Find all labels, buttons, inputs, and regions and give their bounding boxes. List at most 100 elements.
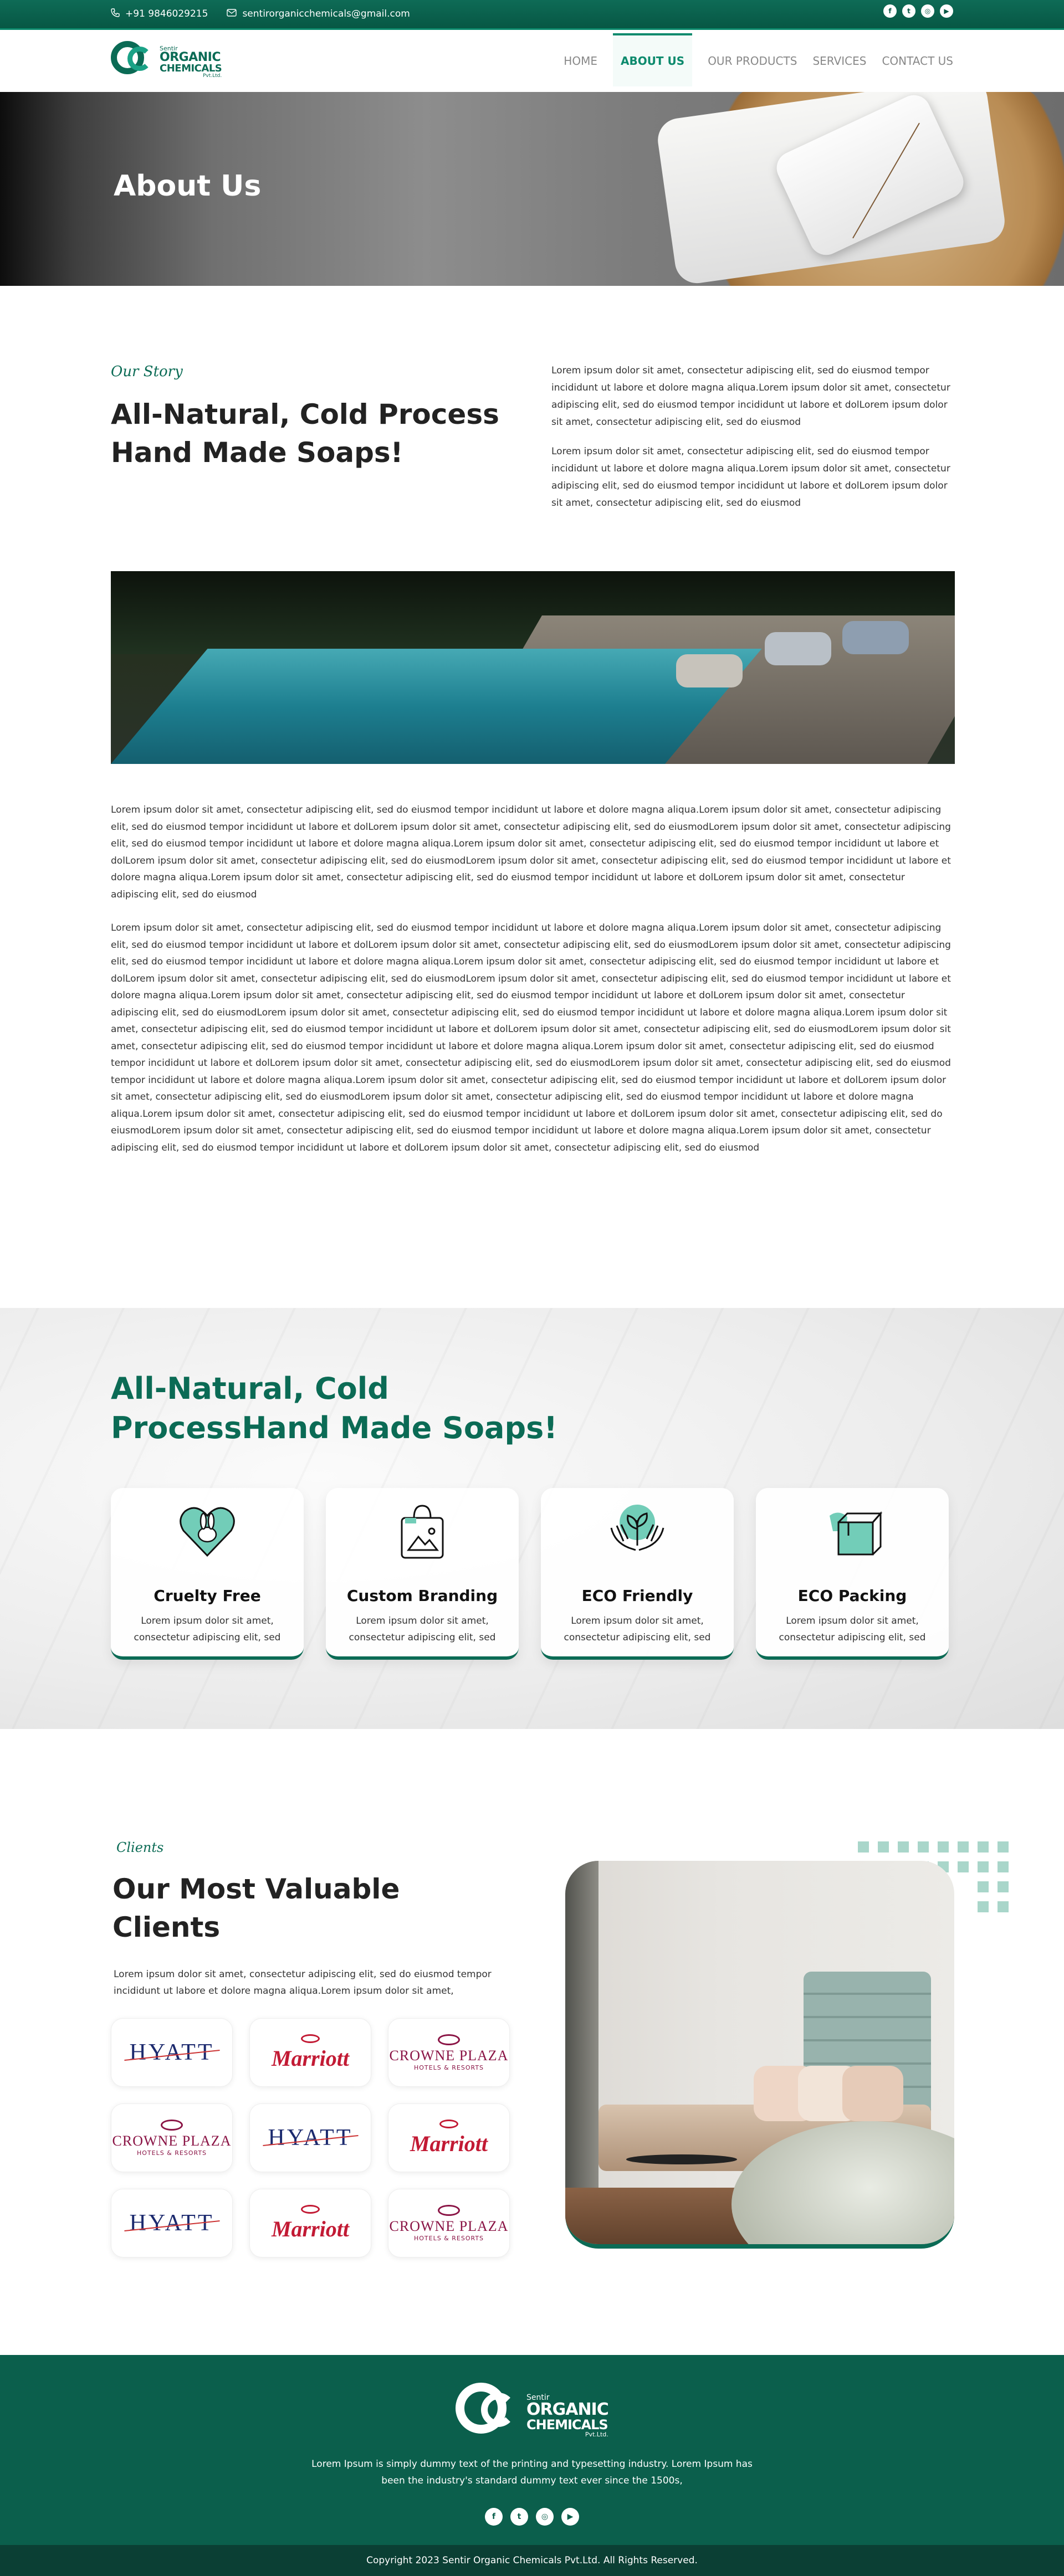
copyright-bar: Copyright 2023 Sentir Organic Chemicals … <box>0 2545 1064 2576</box>
crowne-plaza-wordmark: CROWNE PLAZA <box>389 2047 509 2064</box>
clients-description: Lorem ipsum dolor sit amet, consectetur … <box>114 1969 492 1997</box>
clients-section: Clients Our Most Valuable Clients Lorem … <box>0 1729 1064 2355</box>
youtube-icon[interactable]: ▶ <box>561 2508 579 2526</box>
features-section: All-Natural, Cold ProcessHand Made Soaps… <box>0 1308 1064 1729</box>
crowne-plaza-subtitle: HOTELS & RESORTS <box>413 2234 484 2242</box>
logo-text: Sentir ORGANIC CHEMICALS Pvt.Ltd. <box>160 45 222 79</box>
marriott-emblem-icon <box>301 2204 320 2214</box>
our-story-section: Our Story All-Natural, Cold Process Hand… <box>0 286 1064 571</box>
lounge-cushion <box>765 632 831 665</box>
feature-title: ECO Friendly <box>581 1587 693 1605</box>
twitter-icon[interactable]: t <box>510 2508 528 2526</box>
company-logo[interactable]: Sentir ORGANIC CHEMICALS Pvt.Ltd. <box>111 38 222 82</box>
pool-water <box>111 649 762 764</box>
room-pillow <box>842 2066 903 2121</box>
crowne-plaza-crown-icon <box>438 2204 460 2216</box>
nav-contact-us[interactable]: CONTACT US <box>882 33 953 89</box>
footer-logo-text: Sentir ORGANIC CHEMICALS Pvt.Ltd. <box>526 2394 609 2438</box>
instagram-icon[interactable]: ◎ <box>536 2508 554 2526</box>
facebook-icon[interactable]: f <box>883 4 897 18</box>
hyatt-wordmark: HYATT <box>129 2040 214 2065</box>
nav-home[interactable]: HOME <box>564 33 597 89</box>
logo-line-4: Pvt.Ltd. <box>203 73 222 79</box>
cruelty-free-rabbit-icon <box>177 1500 238 1561</box>
instagram-icon[interactable]: ◎ <box>921 4 934 18</box>
room-side-table <box>626 2154 737 2164</box>
body-paragraph: Lorem ipsum dolor sit amet, consectetur … <box>111 804 951 900</box>
email-contact[interactable]: sentirorganicchemicals@gmail.com <box>227 8 410 19</box>
footer-logo-ring-inner <box>481 2393 515 2427</box>
feature-card-eco-packing: ECO Packing Lorem ipsum dolor sit amet, … <box>756 1488 949 1660</box>
top-social-links: f t ◎ ▶ <box>883 4 953 18</box>
lounge-cushion <box>676 654 743 687</box>
facebook-icon[interactable]: f <box>485 2508 503 2526</box>
copyright-text: Copyright 2023 Sentir Organic Chemicals … <box>366 2555 698 2566</box>
twitter-icon[interactable]: t <box>902 4 915 18</box>
feature-cards: Cruelty Free Lorem ipsum dolor sit amet,… <box>111 1488 949 1660</box>
client-logo-marriott[interactable]: Marriott <box>249 2189 371 2257</box>
client-logo-grid: HYATT Marriott CROWNE PLAZA HOTELS & RESO… <box>111 2018 510 2257</box>
story-heading: All-Natural, Cold Process Hand Made Soap… <box>111 398 499 469</box>
site-footer: Sentir ORGANIC CHEMICALS Pvt.Ltd. Lorem … <box>0 2355 1064 2545</box>
feature-title: Cruelty Free <box>154 1587 261 1605</box>
bedroom-interior-image <box>565 1861 954 2249</box>
crowne-plaza-subtitle: HOTELS & RESORTS <box>136 2149 207 2157</box>
resort-pool-image <box>111 571 955 764</box>
top-contact-bar: +91 9846029215 sentirorganicchemicals@gm… <box>0 0 1064 30</box>
room-wall-panel <box>565 1861 598 2244</box>
phone-number: +91 9846029215 <box>125 8 208 19</box>
phone-contact[interactable]: +91 9846029215 <box>111 8 208 20</box>
clients-label: Clients <box>116 1840 164 1855</box>
nav-about-us[interactable]: ABOUT US <box>612 33 693 86</box>
nav-our-products[interactable]: OUR PRODUCTS <box>708 33 797 89</box>
client-logo-hyatt[interactable]: HYATT <box>111 2189 233 2257</box>
marriott-emblem-icon <box>301 2034 320 2043</box>
story-paragraph: Lorem ipsum dolor sit amet, consectetur … <box>551 365 950 428</box>
feature-title: Custom Branding <box>346 1587 498 1605</box>
site-header: Sentir ORGANIC CHEMICALS Pvt.Ltd. HOME A… <box>0 30 1064 92</box>
marriott-emblem-icon <box>439 2119 458 2128</box>
body-paragraph: Lorem ipsum dolor sit amet, consectetur … <box>111 922 951 1153</box>
client-logo-crowne-plaza[interactable]: CROWNE PLAZA HOTELS & RESORTS <box>388 2189 510 2257</box>
crowne-plaza-crown-icon <box>161 2119 183 2131</box>
logo-ring-inner <box>127 47 152 71</box>
footer-logo[interactable]: Sentir ORGANIC CHEMICALS Pvt.Ltd. <box>456 2383 611 2444</box>
page-hero-banner: About Us <box>0 92 1064 286</box>
footer-social-links: f t ◎ ▶ <box>0 2508 1064 2526</box>
feature-card-eco-friendly: ECO Friendly Lorem ipsum dolor sit amet,… <box>541 1488 734 1660</box>
eco-friendly-hands-plant-icon <box>607 1500 668 1561</box>
lounge-cushion <box>842 621 909 654</box>
client-logo-marriott[interactable]: Marriott <box>388 2103 510 2172</box>
custom-branding-bag-icon <box>392 1500 453 1561</box>
marriott-wordmark: Marriott <box>410 2131 488 2156</box>
features-heading: All-Natural, Cold ProcessHand Made Soaps… <box>111 1371 557 1446</box>
marriott-wordmark: Marriott <box>271 2045 350 2071</box>
main-nav: HOME ABOUT US OUR PRODUCTS SERVICES CONT… <box>564 30 953 92</box>
footer-logo-line-3: CHEMICALS <box>526 2417 608 2433</box>
feature-card-cruelty-free: Cruelty Free Lorem ipsum dolor sit amet,… <box>111 1488 304 1660</box>
crowne-plaza-crown-icon <box>438 2034 460 2045</box>
crowne-plaza-wordmark: CROWNE PLAZA <box>112 2132 232 2149</box>
story-paragraph: Lorem ipsum dolor sit amet, consectetur … <box>551 446 950 509</box>
email-address: sentirorganicchemicals@gmail.com <box>242 8 410 19</box>
logo-line-3: CHEMICALS <box>160 63 222 74</box>
phone-icon <box>111 8 120 20</box>
clients-heading: Our Most Valuable Clients <box>112 1873 400 1943</box>
feature-text: Lorem ipsum dolor sit amet, consectetur … <box>349 1615 496 1643</box>
feature-title: ECO Packing <box>797 1587 907 1605</box>
contact-info: +91 9846029215 sentirorganicchemicals@gm… <box>111 0 410 28</box>
client-logo-hyatt[interactable]: HYATT <box>249 2103 371 2172</box>
client-logo-crowne-plaza[interactable]: CROWNE PLAZA HOTELS & RESORTS <box>388 2018 510 2087</box>
feature-card-custom-branding: Custom Branding Lorem ipsum dolor sit am… <box>326 1488 519 1660</box>
nav-services[interactable]: SERVICES <box>812 33 866 89</box>
mail-icon <box>227 8 237 19</box>
marriott-wordmark: Marriott <box>271 2216 350 2241</box>
story-paragraphs: Lorem ipsum dolor sit amet, consectetur … <box>551 362 953 524</box>
feature-text: Lorem ipsum dolor sit amet, consectetur … <box>779 1615 926 1643</box>
client-logo-crowne-plaza[interactable]: CROWNE PLAZA HOTELS & RESORTS <box>111 2103 233 2172</box>
client-logo-marriott[interactable]: Marriott <box>249 2018 371 2087</box>
youtube-icon[interactable]: ▶ <box>940 4 953 18</box>
logo-line-2: ORGANIC <box>160 50 221 64</box>
footer-logo-line-2: ORGANIC <box>526 2400 609 2419</box>
client-logo-hyatt[interactable]: HYATT <box>111 2018 233 2087</box>
